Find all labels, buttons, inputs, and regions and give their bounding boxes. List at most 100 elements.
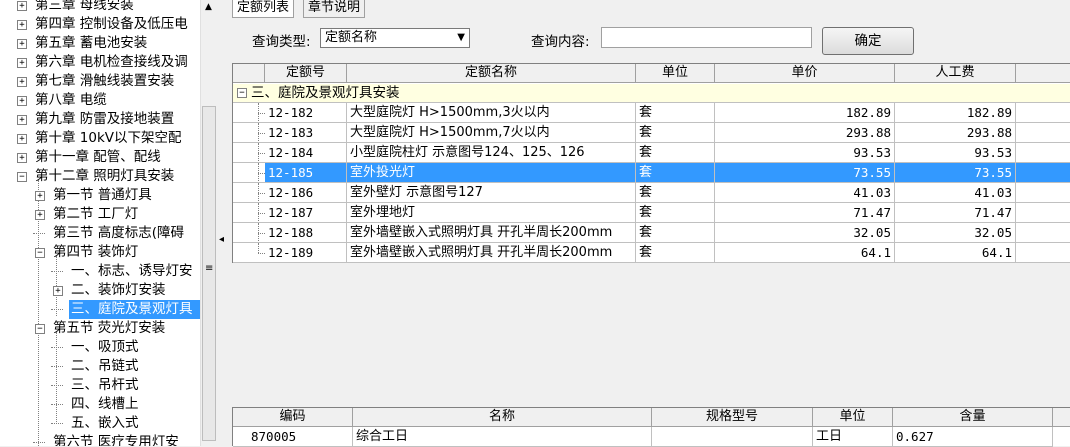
price-cell[interactable]: 182.89 [715, 103, 895, 123]
table-row[interactable]: 12-186 室外壁灯 示意图号127 套 41.03 41.03 [233, 183, 1070, 203]
unit-cell[interactable]: 套 [636, 223, 715, 243]
labor-cell[interactable]: 71.47 [895, 203, 1016, 223]
price-cell[interactable]: 41.03 [715, 183, 895, 203]
header-res-spec[interactable]: 规格型号 [652, 408, 813, 427]
query-type-value: 定额名称 [325, 30, 378, 45]
scroll-up-arrow-icon[interactable]: ▲ [205, 2, 212, 12]
pane-splitter[interactable] [218, 0, 230, 446]
table-row[interactable]: 12-182 大型庭院灯 H>1500mm,3火以内套 182.89 182.89 [233, 103, 1070, 123]
header-res-code[interactable]: 编码 [233, 408, 353, 427]
collapse-left-arrow-icon[interactable]: ◂ [219, 234, 224, 245]
group-row[interactable]: − 三、庭院及景观灯具安装 [233, 84, 1070, 103]
price-cell[interactable]: 32.05 [715, 223, 895, 243]
unit-cell[interactable]: 套 [636, 203, 715, 223]
table-row[interactable]: 12-183 大型庭院灯 H>1500mm,7火以内套 293.88 293.88 [233, 123, 1070, 143]
name-cell[interactable]: 室外埋地灯 [347, 203, 636, 223]
name-cell[interactable]: 小型庭院柱灯 示意图号124、125、126 [347, 143, 636, 163]
expand-icon[interactable]: + [17, 96, 27, 106]
chapter-tree[interactable]: + 第三章 母线安装 + 第四章 控制设备及低压电 + 第五章 蓄电池安装 + 第六章 电机检… [0, 0, 200, 446]
name-cell[interactable]: 大型庭院灯 H>1500mm,7火以内 [347, 123, 636, 143]
name-cell[interactable]: 室外墙壁嵌入式照明灯具 开孔半周长200mm [347, 243, 636, 263]
labor-cell[interactable]: 182.89 [895, 103, 1016, 123]
name-cell[interactable]: 大型庭院灯 H>1500mm,3火以内 [347, 103, 636, 123]
table-row[interactable]: 12-188 室外墙壁嵌入式照明灯具 开孔半周长200mm 套 32.05 32.05 [233, 223, 1070, 243]
tree-scroll-thumb[interactable]: ≡ [202, 106, 216, 441]
query-content-input[interactable] [601, 27, 812, 48]
confirm-button[interactable]: 确定 [822, 27, 914, 55]
tree-vertical-scrollbar[interactable]: ▲ ≡ [200, 0, 218, 446]
resource-grid[interactable]: 编码 名称 规格型号 单位 含量 870005 综合工日 工日 0.627 [232, 407, 1070, 447]
labor-cell[interactable]: 293.88 [895, 123, 1016, 143]
name-cell[interactable]: 室外墙壁嵌入式照明灯具 开孔半周长200mm [347, 223, 636, 243]
header-labor[interactable]: 人工费 [895, 64, 1016, 83]
expand-icon[interactable]: + [17, 134, 27, 144]
labor-cell[interactable]: 93.53 [895, 143, 1016, 163]
tree-item-label: 第十一章 配管、配线 [35, 149, 161, 165]
expand-icon[interactable]: + [35, 191, 45, 201]
expand-icon[interactable]: + [35, 210, 45, 220]
code-cell[interactable]: 12-188 [265, 223, 347, 243]
price-cell[interactable]: 71.47 [715, 203, 895, 223]
res-amount-cell[interactable]: 0.627 [893, 427, 1053, 447]
price-cell[interactable]: 293.88 [715, 123, 895, 143]
collapse-icon[interactable]: − [35, 324, 45, 334]
name-cell[interactable]: 室外壁灯 示意图号127 [347, 183, 636, 203]
unit-cell[interactable]: 套 [636, 123, 715, 143]
table-row[interactable]: 12-187 室外埋地灯套 71.47 71.47 [233, 203, 1070, 223]
res-spec-cell[interactable] [652, 427, 813, 447]
unit-cell[interactable]: 套 [636, 243, 715, 263]
expand-icon[interactable]: + [53, 286, 63, 296]
table-row[interactable]: 12-189 室外墙壁嵌入式照明灯具 开孔半周长200mm 套 64.1 64.1 [233, 243, 1070, 263]
labor-cell[interactable]: 32.05 [895, 223, 1016, 243]
res-name-cell[interactable]: 综合工日 [353, 427, 652, 447]
labor-cell[interactable]: 41.03 [895, 183, 1016, 203]
header-unit[interactable]: 单位 [636, 64, 715, 83]
expand-icon[interactable]: + [17, 39, 27, 49]
code-cell[interactable]: 12-182 [265, 103, 347, 123]
table-row[interactable]: 12-185 室外投光灯套 73.55 73.55 [233, 163, 1070, 183]
code-cell[interactable]: 12-189 [265, 243, 347, 263]
res-code-cell[interactable]: 870005 [233, 427, 353, 447]
row-filler-cell [1016, 103, 1070, 123]
header-code[interactable]: 定额号 [265, 64, 347, 83]
expand-icon[interactable]: + [17, 115, 27, 125]
price-cell[interactable]: 64.1 [715, 243, 895, 263]
header-res-name[interactable]: 名称 [353, 408, 652, 427]
price-cell[interactable]: 73.55 [715, 163, 895, 183]
unit-cell[interactable]: 套 [636, 183, 715, 203]
expand-icon[interactable]: + [17, 1, 27, 11]
table-row[interactable]: 870005 综合工日 工日 0.627 [233, 427, 1070, 447]
tree-item-label: 第六章 电机检查接线及调 [35, 54, 188, 70]
collapse-icon[interactable]: − [17, 172, 27, 182]
code-cell[interactable]: 12-183 [265, 123, 347, 143]
collapse-icon[interactable]: − [35, 248, 45, 258]
header-res-amount[interactable]: 含量 [893, 408, 1053, 427]
tab-chapter-notes[interactable]: 章节说明 [303, 0, 366, 18]
labor-cell[interactable]: 64.1 [895, 243, 1016, 263]
quota-grid[interactable]: 定额号 定额名称 单位 单价 − 三、庭院及景观灯具安装 12-182 大型庭院灯… [232, 63, 1070, 263]
unit-cell[interactable]: 套 [636, 103, 715, 123]
collapse-icon[interactable]: − [237, 88, 247, 98]
expand-icon[interactable]: + [17, 20, 27, 30]
unit-cell[interactable]: 套 [636, 163, 715, 183]
unit-cell[interactable]: 套 [636, 143, 715, 163]
code-cell[interactable]: 12-186 [265, 183, 347, 203]
header-name[interactable]: 定额名称 [347, 64, 636, 83]
tree-leaf-connector [51, 305, 63, 313]
tab-quota-list[interactable]: 定额列表 [232, 0, 295, 18]
name-cell[interactable]: 室外投光灯 [347, 163, 636, 183]
code-cell[interactable]: 12-187 [265, 203, 347, 223]
expand-icon[interactable]: + [17, 58, 27, 68]
labor-cell[interactable]: 73.55 [895, 163, 1016, 183]
price-cell[interactable]: 93.53 [715, 143, 895, 163]
header-price[interactable]: 单价 [715, 64, 895, 83]
tree-item-label: 第五章 蓄电池安装 [35, 35, 148, 51]
table-row[interactable]: 12-184 小型庭院柱灯 示意图号124、125、126 套 93.53 93.53 [233, 143, 1070, 163]
header-res-unit[interactable]: 单位 [813, 408, 893, 427]
code-cell[interactable]: 12-185 [265, 163, 347, 183]
query-type-select[interactable]: 定额名称 ▼ [320, 28, 470, 48]
res-unit-cell[interactable]: 工日 [813, 427, 893, 447]
expand-icon[interactable]: + [17, 153, 27, 163]
expand-icon[interactable]: + [17, 77, 27, 87]
code-cell[interactable]: 12-184 [265, 143, 347, 163]
